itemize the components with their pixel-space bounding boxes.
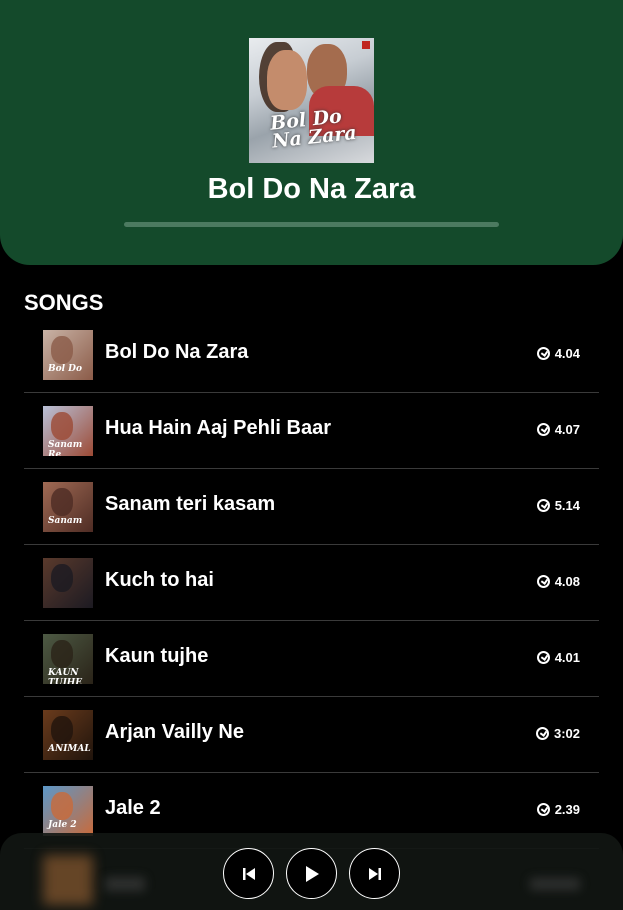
song-duration: 5.14 (536, 498, 580, 513)
clock-icon (535, 727, 549, 740)
song-row[interactable]: Sanam Sanam teri kasam 5.14 (24, 469, 599, 545)
song-duration: 4.04 (536, 346, 580, 361)
song-thumbnail (43, 558, 93, 608)
song-name: Kuch to hai (105, 569, 214, 591)
songs-section-title: SONGS (24, 290, 104, 315)
album-cover-title: Bol Do Na Zara (269, 105, 358, 153)
song-duration: 4.07 (536, 422, 580, 437)
song-thumbnail-text: Bol Do (48, 364, 82, 374)
clock-icon (536, 803, 550, 816)
now-playing-duration (530, 878, 580, 890)
song-duration-text: 4.07 (554, 422, 580, 437)
song-name: Sanam teri kasam (105, 493, 276, 515)
song-thumbnail: Bol Do (43, 330, 93, 380)
song-duration-text: 2.39 (554, 802, 580, 817)
previous-button[interactable] (223, 848, 274, 899)
song-duration: 2.39 (536, 802, 580, 817)
album-header: Bol Do Na Zara Bol Do Na Zara (0, 0, 623, 265)
clock-icon (536, 651, 550, 664)
song-duration: 4.01 (536, 650, 580, 665)
song-list: Bol Do Bol Do Na Zara 4.04 Sanam Re Hua Hain… (24, 317, 599, 849)
song-duration-text: 4.08 (554, 574, 580, 589)
song-thumbnail-text: Sanam (48, 516, 83, 526)
play-icon (304, 865, 320, 883)
clock-icon (536, 347, 550, 360)
song-thumbnail: KAUN TUJHE (43, 634, 93, 684)
now-playing-name (105, 877, 145, 891)
song-thumbnail: Jale 2 (43, 786, 93, 836)
next-button[interactable] (349, 848, 400, 899)
clock-icon (536, 423, 550, 436)
now-playing-thumbnail (43, 855, 93, 905)
song-duration-text: 4.01 (554, 650, 580, 665)
song-thumbnail-text: ANIMAL (48, 744, 91, 754)
song-duration: 4.08 (536, 574, 580, 589)
song-name: Hua Hain Aaj Pehli Baar (105, 417, 331, 439)
skip-previous-icon (242, 867, 256, 881)
song-name: Kaun tujhe (105, 645, 209, 667)
song-thumbnail: Sanam (43, 482, 93, 532)
song-row[interactable]: ANIMAL Arjan Vailly Ne 3:02 (24, 697, 599, 773)
song-thumbnail: ANIMAL (43, 710, 93, 760)
song-thumbnail: Sanam Re (43, 406, 93, 456)
song-name: Jale 2 (105, 797, 161, 819)
song-thumbnail-text: Jale 2 (48, 820, 77, 830)
player-bar (0, 833, 623, 910)
playback-progress-bar[interactable] (124, 222, 499, 227)
song-duration-text: 5.14 (554, 498, 580, 513)
song-row[interactable]: Kuch to hai 4.08 (24, 545, 599, 621)
song-row[interactable]: Bol Do Bol Do Na Zara 4.04 (24, 317, 599, 393)
song-name: Bol Do Na Zara (105, 341, 249, 363)
play-button[interactable] (286, 848, 337, 899)
song-duration-text: 4.04 (554, 346, 580, 361)
song-row[interactable]: KAUN TUJHE Kaun tujhe 4.01 (24, 621, 599, 697)
song-name: Arjan Vailly Ne (105, 721, 244, 743)
song-duration-text: 3:02 (553, 726, 580, 741)
clock-icon (536, 499, 550, 512)
album-cover: Bol Do Na Zara (249, 38, 374, 163)
song-row[interactable]: Sanam Re Hua Hain Aaj Pehli Baar 4.07 (24, 393, 599, 469)
clock-icon (536, 575, 550, 588)
song-thumbnail-text: Sanam Re (48, 440, 83, 456)
song-duration: 3:02 (535, 726, 580, 741)
album-title: Bol Do Na Zara (207, 173, 416, 205)
song-thumbnail-text (48, 592, 88, 602)
song-thumbnail-text: KAUN TUJHE (48, 668, 83, 684)
skip-next-icon (368, 867, 382, 881)
